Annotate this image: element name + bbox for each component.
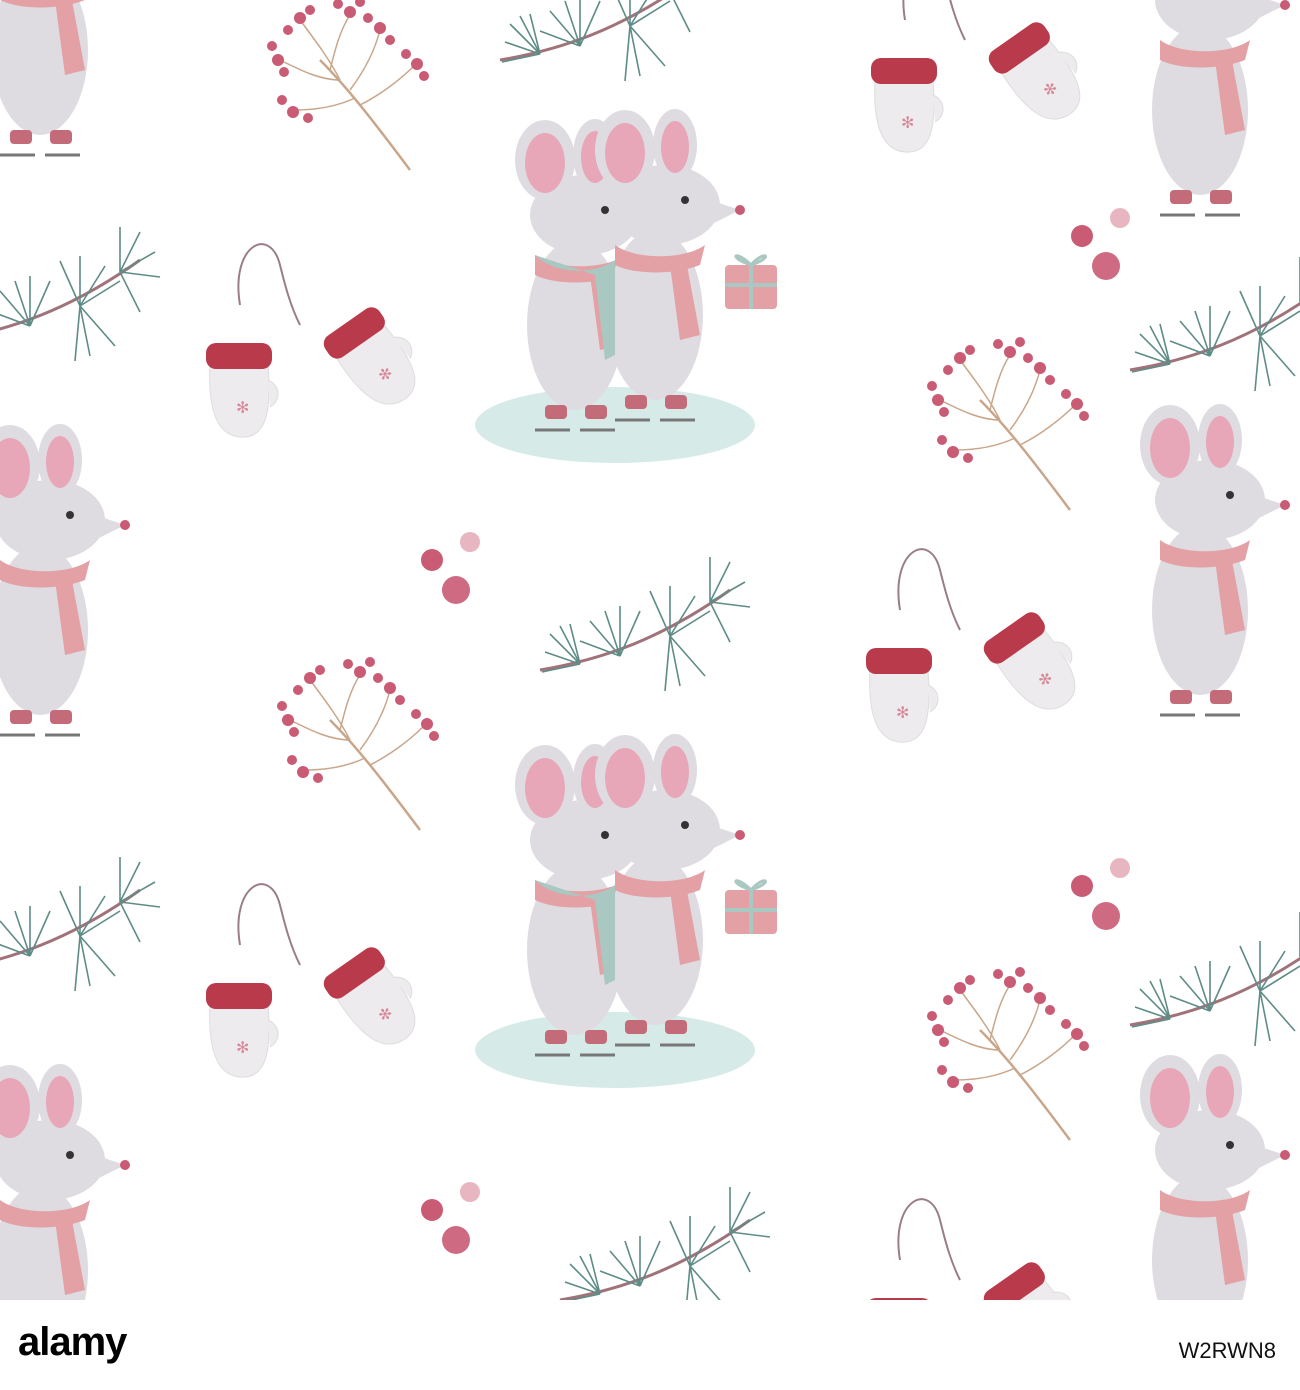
pattern-canvas: ✻ ✻: [0, 0, 1300, 1300]
alamy-logo: alamy: [18, 1320, 127, 1365]
alamy-logo-text: alamy: [18, 1320, 127, 1364]
stock-image-id: W2RWN8: [1178, 1338, 1276, 1363]
christmas-mice-pattern: ✻ ✻: [0, 0, 1300, 1300]
stock-footer: alamy W2RWN8: [0, 1300, 1300, 1390]
